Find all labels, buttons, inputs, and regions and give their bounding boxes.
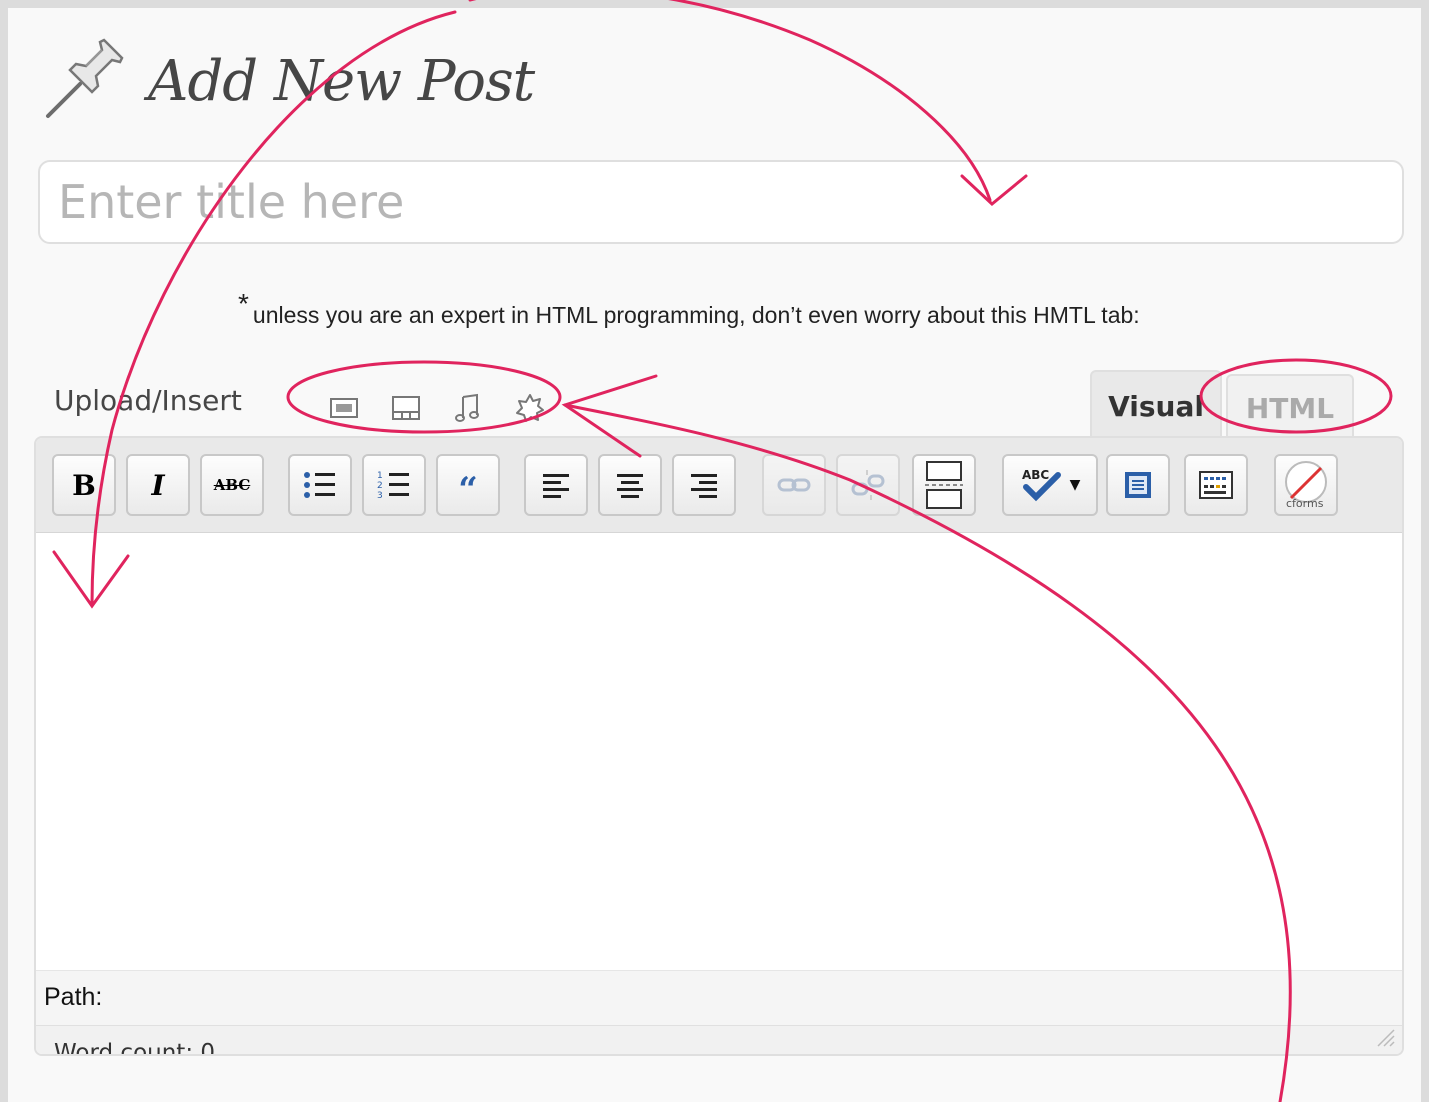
kitchen-sink-button[interactable] — [1184, 454, 1248, 516]
align-right-button[interactable] — [672, 454, 736, 516]
svg-text:2: 2 — [377, 481, 383, 491]
unlink-icon — [851, 470, 885, 500]
media-buttons — [324, 392, 550, 424]
add-video-icon[interactable] — [386, 392, 426, 424]
numbered-list-icon: 1 2 3 — [377, 471, 409, 501]
cforms-icon: cforms — [1285, 461, 1327, 510]
post-editor: B I ABC 1 2 3 “ ABC ▼ cforms Path: Word … — [34, 436, 1404, 1056]
note-asterisk: * — [238, 288, 249, 319]
tab-visual[interactable]: Visual — [1090, 370, 1222, 440]
align-center-icon — [617, 474, 643, 498]
more-tag-icon — [925, 461, 963, 509]
page-heading: Add New Post — [40, 36, 535, 126]
align-left-icon — [543, 474, 569, 498]
numbered-list-button[interactable]: 1 2 3 — [362, 454, 426, 516]
word-count-bar: Word count: 0 — [36, 1026, 1402, 1056]
tab-html[interactable]: HTML — [1226, 374, 1354, 440]
blockquote-button[interactable]: “ — [436, 454, 500, 516]
italic-label: I — [151, 468, 165, 502]
resize-handle-icon[interactable] — [1372, 1024, 1396, 1048]
bulleted-list-icon — [304, 472, 335, 498]
add-image-icon[interactable] — [324, 392, 364, 424]
html-tab-note: * unless you are an expert in HTML progra… — [238, 288, 1140, 330]
word-count: Word count: 0 — [54, 1040, 216, 1056]
toggle-fullscreen-button[interactable] — [1106, 454, 1170, 516]
spellcheck-button[interactable]: ABC ▼ — [1002, 454, 1098, 516]
post-title-input[interactable] — [38, 160, 1404, 244]
align-left-button[interactable] — [524, 454, 588, 516]
page: Add New Post *unless you are an expert i… — [8, 8, 1421, 1102]
add-media-icon[interactable] — [510, 392, 550, 424]
pushpin-icon — [40, 36, 126, 126]
unlink-button[interactable] — [836, 454, 900, 516]
bold-label: B — [72, 468, 96, 502]
bold-button[interactable]: B — [52, 454, 116, 516]
align-right-icon — [691, 474, 717, 498]
fullscreen-icon — [1125, 472, 1151, 498]
upload-insert-label: Upload/Insert — [54, 384, 242, 417]
cforms-button[interactable]: cforms — [1274, 454, 1338, 516]
path-bar: Path: — [36, 970, 1402, 1026]
italic-button[interactable]: I — [126, 454, 190, 516]
add-audio-icon[interactable] — [448, 392, 488, 424]
spellcheck-label: ABC — [1022, 468, 1049, 482]
spellcheck-icon: ABC — [1022, 468, 1061, 502]
strikethrough-label: ABC — [213, 476, 251, 494]
svg-text:1: 1 — [377, 471, 383, 481]
svg-text:3: 3 — [377, 491, 383, 501]
page-title: Add New Post — [148, 48, 535, 114]
insert-link-button[interactable] — [762, 454, 826, 516]
chevron-down-icon[interactable]: ▼ — [1070, 477, 1081, 493]
post-content-area[interactable] — [36, 533, 1402, 970]
cforms-label: cforms — [1286, 497, 1324, 510]
insert-more-tag-button[interactable] — [912, 454, 976, 516]
path-label: Path: — [44, 983, 103, 1011]
editor-tabs: Visual HTML — [1090, 370, 1354, 440]
link-icon — [777, 478, 811, 492]
bulleted-list-button[interactable] — [288, 454, 352, 516]
editor-toolbar: B I ABC 1 2 3 “ ABC ▼ cforms — [36, 438, 1402, 533]
kitchen-sink-icon — [1199, 471, 1233, 499]
note-text: unless you are an expert in HTML program… — [252, 302, 1140, 328]
strikethrough-button[interactable]: ABC — [200, 454, 264, 516]
blockquote-icon: “ — [458, 470, 478, 510]
align-center-button[interactable] — [598, 454, 662, 516]
